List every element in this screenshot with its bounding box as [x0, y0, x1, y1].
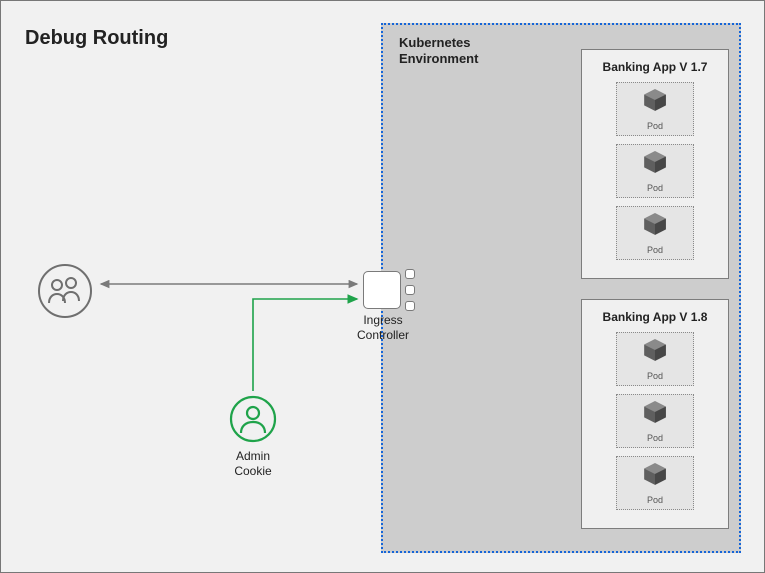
admin-label: Admin Cookie	[223, 449, 283, 479]
cube-icon	[642, 149, 668, 175]
pod-label: Pod	[617, 433, 693, 443]
cube-icon	[642, 399, 668, 425]
ingress-label: Ingress Controller	[353, 313, 413, 343]
users-group-icon	[37, 263, 93, 319]
app2-box: Banking App V 1.8 Pod Pod Pod	[581, 299, 729, 529]
ingress-controller-icon	[363, 271, 401, 309]
app1-pod: Pod	[616, 206, 694, 260]
pod-label: Pod	[617, 183, 693, 193]
page-title: Debug Routing	[25, 27, 168, 50]
cube-icon	[642, 211, 668, 237]
admin-label-l1: Admin	[236, 449, 270, 463]
pod-label: Pod	[617, 245, 693, 255]
pod-label: Pod	[617, 495, 693, 505]
app2-title: Banking App V 1.8	[590, 310, 720, 324]
app2-pod: Pod	[616, 394, 694, 448]
admin-label-l2: Cookie	[234, 464, 271, 478]
app2-pod: Pod	[616, 332, 694, 386]
pod-label: Pod	[617, 121, 693, 131]
app1-pod: Pod	[616, 82, 694, 136]
app1-title: Banking App V 1.7	[590, 60, 720, 74]
cube-icon	[642, 87, 668, 113]
edge-admin-ingress	[253, 299, 357, 391]
ingress-label-l2: Controller	[357, 328, 409, 342]
app1-box: Banking App V 1.7 Pod Pod Pod	[581, 49, 729, 279]
app1-pod: Pod	[616, 144, 694, 198]
ingress-port	[405, 285, 415, 295]
diagram-canvas: Debug Routing Kubernetes Environ	[0, 0, 765, 573]
pod-label: Pod	[617, 371, 693, 381]
ingress-port	[405, 269, 415, 279]
kube-env-label: Kubernetes Environment	[399, 35, 478, 66]
cube-icon	[642, 337, 668, 363]
kube-env-label-l1: Kubernetes	[399, 35, 471, 50]
ingress-port	[405, 301, 415, 311]
cube-icon	[642, 461, 668, 487]
kube-env-label-l2: Environment	[399, 51, 478, 66]
kubernetes-environment: Kubernetes Environment Banking App V 1.7…	[381, 23, 741, 553]
app2-pod: Pod	[616, 456, 694, 510]
ingress-label-l1: Ingress	[363, 313, 402, 327]
admin-user-icon	[229, 395, 277, 443]
